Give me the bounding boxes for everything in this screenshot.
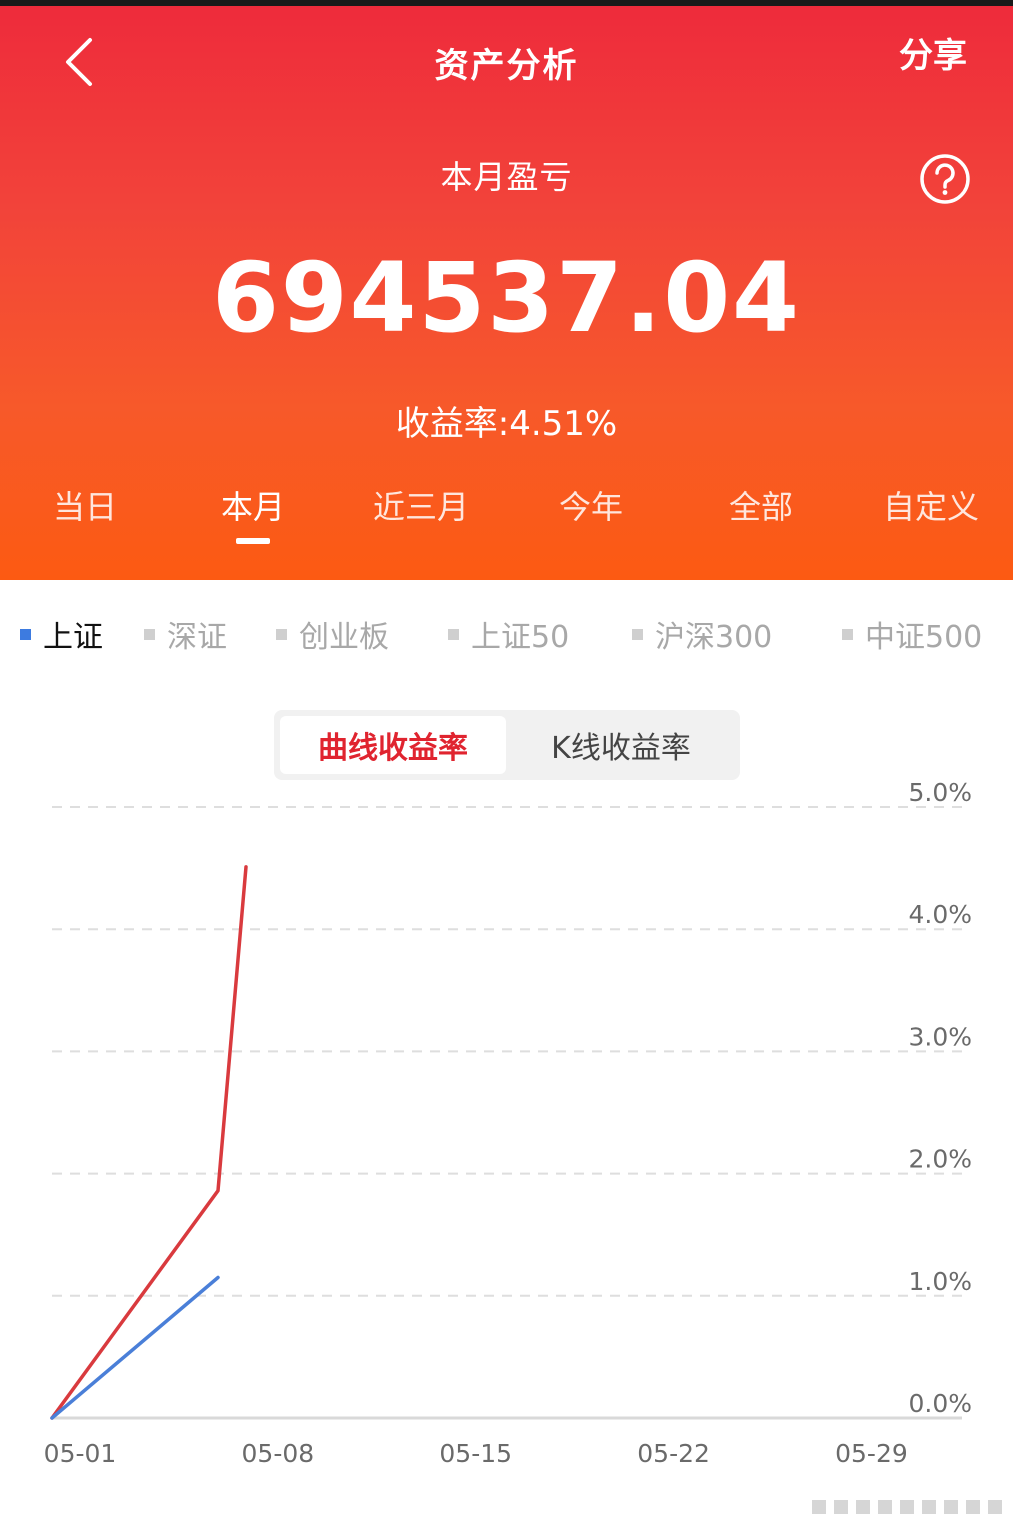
legend-square-icon — [632, 628, 643, 640]
x-tick-label: 05-01 — [44, 1439, 117, 1468]
benchmark-sse50[interactable]: 上证50 — [448, 612, 569, 656]
tab-period-month-label: 本月 — [220, 488, 285, 526]
benchmark-return-line — [50, 1275, 220, 1420]
help-button[interactable] — [918, 152, 972, 206]
y-tick-label: 3.0% — [908, 1022, 972, 1051]
share-button[interactable]: 分享 — [899, 28, 967, 77]
x-tick-label: 05-22 — [637, 1439, 710, 1468]
page-title: 资产分析 — [434, 46, 579, 86]
legend-square-icon — [276, 628, 287, 640]
tab-period-day[interactable]: 当日 — [0, 482, 170, 528]
period-tabs: 当日 本月 近三月 今年 全部 自定义 — [0, 482, 1013, 562]
legend-square-icon — [144, 628, 155, 640]
benchmark-label: 深证 — [167, 620, 227, 655]
watermark-dots — [812, 1500, 1002, 1514]
question-circle-icon — [920, 154, 970, 204]
y-tick-label: 5.0% — [908, 778, 972, 807]
chart-type-toggle: 曲线收益率 K线收益率 — [274, 710, 740, 780]
benchmark-csi500[interactable]: 中证500 — [842, 612, 982, 656]
pnl-amount: 694537.04 — [212, 242, 801, 354]
benchmark-selector: 上证 深证 创业板 上证50 沪深300 中证500 — [0, 612, 1013, 662]
return-chart: 0.0% 1.0% 2.0% 3.0% 4.0% 5.0% 05-01 05-08 05-15 0… — [44, 778, 972, 1468]
benchmark-chinext[interactable]: 创业板 — [276, 612, 389, 656]
monthly-pnl-label: 本月盈亏 — [440, 158, 573, 196]
summary-header: 资产分析 分享 本月盈亏 694537.04 收益率:4.51% 当日 本月 近… — [0, 6, 1013, 580]
tab-kline-return[interactable]: K线收益率 — [508, 716, 734, 774]
benchmark-shenzhen[interactable]: 深证 — [144, 612, 227, 656]
benchmark-csi300[interactable]: 沪深300 — [632, 612, 772, 656]
benchmark-label: 沪深300 — [655, 620, 773, 655]
x-tick-label: 05-15 — [439, 1439, 512, 1468]
tab-period-all[interactable]: 全部 — [676, 482, 846, 528]
x-tick-label: 05-08 — [242, 1439, 315, 1468]
x-tick-label: 05-29 — [835, 1439, 908, 1468]
benchmark-shanghai[interactable]: 上证 — [20, 612, 103, 656]
y-tick-label: 1.0% — [908, 1267, 972, 1296]
y-tick-label: 4.0% — [908, 900, 972, 929]
tab-period-three-months[interactable]: 近三月 — [336, 482, 506, 528]
y-tick-label: 2.0% — [908, 1145, 972, 1174]
return-rate: 收益率:4.51% — [395, 404, 618, 444]
benchmark-label: 上证 — [43, 620, 103, 655]
tab-period-month[interactable]: 本月 — [168, 482, 338, 544]
legend-square-icon — [842, 628, 853, 640]
y-tick-label: 0.0% — [908, 1389, 972, 1418]
benchmark-label: 中证500 — [865, 620, 983, 655]
tab-curve-return[interactable]: 曲线收益率 — [280, 716, 506, 774]
benchmark-label: 创业板 — [299, 620, 389, 655]
active-tab-indicator — [236, 538, 270, 544]
benchmark-label: 上证50 — [471, 620, 570, 655]
legend-square-icon — [20, 628, 31, 640]
legend-square-icon — [448, 628, 459, 640]
tab-period-custom[interactable]: 自定义 — [846, 482, 1013, 528]
tab-period-year[interactable]: 今年 — [506, 482, 676, 528]
